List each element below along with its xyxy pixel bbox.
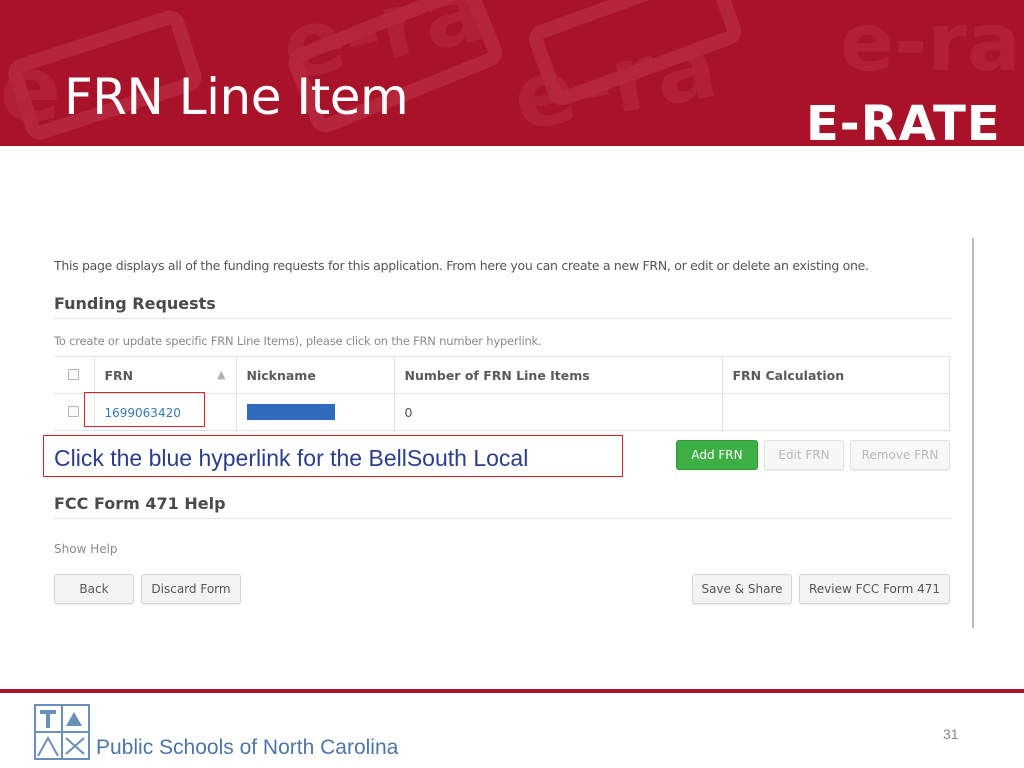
header-banner: e e-ra e-ra e-ra FRN Line Item E-RATE	[0, 0, 1024, 146]
funding-requests-heading: Funding Requests	[54, 294, 216, 313]
frn-screenshot: This page displays all of the funding re…	[44, 238, 974, 628]
svg-text:e: e	[0, 37, 61, 142]
page-number: 31	[943, 726, 959, 742]
save-share-button[interactable]: Save & Share	[692, 574, 792, 604]
frn-highlight-box	[84, 392, 205, 427]
checkbox-icon[interactable]	[68, 405, 80, 417]
sort-triangle-icon[interactable]: ▲	[217, 368, 225, 381]
erate-logo: E-RATE	[806, 96, 1001, 146]
nc-schools-logo-icon	[34, 704, 90, 760]
footer-divider	[0, 689, 1024, 693]
column-header-nickname[interactable]: Nickname	[236, 356, 395, 394]
back-button[interactable]: Back	[54, 574, 134, 604]
nickname-cell	[236, 393, 395, 431]
svg-text:e-ra: e-ra	[840, 0, 1021, 89]
page-intro-text: This page displays all of the funding re…	[54, 258, 869, 273]
section-divider	[54, 318, 952, 319]
edit-frn-button[interactable]: Edit FRN	[764, 440, 844, 470]
select-all-cell[interactable]	[54, 356, 95, 394]
help-heading: FCC Form 471 Help	[54, 494, 226, 513]
section-divider	[54, 518, 952, 519]
nickname-redaction	[246, 404, 335, 421]
slide-title: FRN Line Item	[64, 68, 409, 126]
review-form-button[interactable]: Review FCC Form 471	[799, 574, 950, 604]
line-items-cell: 0	[394, 393, 723, 431]
org-name: Public Schools of North Carolina	[96, 736, 399, 759]
column-header-line-items[interactable]: Number of FRN Line Items	[394, 356, 723, 394]
add-frn-button[interactable]: Add FRN	[676, 440, 758, 470]
table-header-row: FRN ▲ Nickname Number of FRN Line Items …	[54, 356, 950, 394]
remove-frn-button[interactable]: Remove FRN	[850, 440, 950, 470]
discard-form-button[interactable]: Discard Form	[141, 574, 241, 604]
checkbox-icon[interactable]	[68, 368, 80, 380]
instruction-callout: Click the blue hyperlink for the BellSou…	[43, 435, 623, 477]
calculation-cell	[722, 393, 950, 431]
frn-hint-text: To create or update specific FRN Line It…	[54, 334, 542, 348]
column-header-calculation[interactable]: FRN Calculation	[722, 356, 950, 394]
column-header-frn[interactable]: FRN ▲	[94, 356, 237, 394]
show-help-link[interactable]: Show Help	[54, 542, 118, 556]
